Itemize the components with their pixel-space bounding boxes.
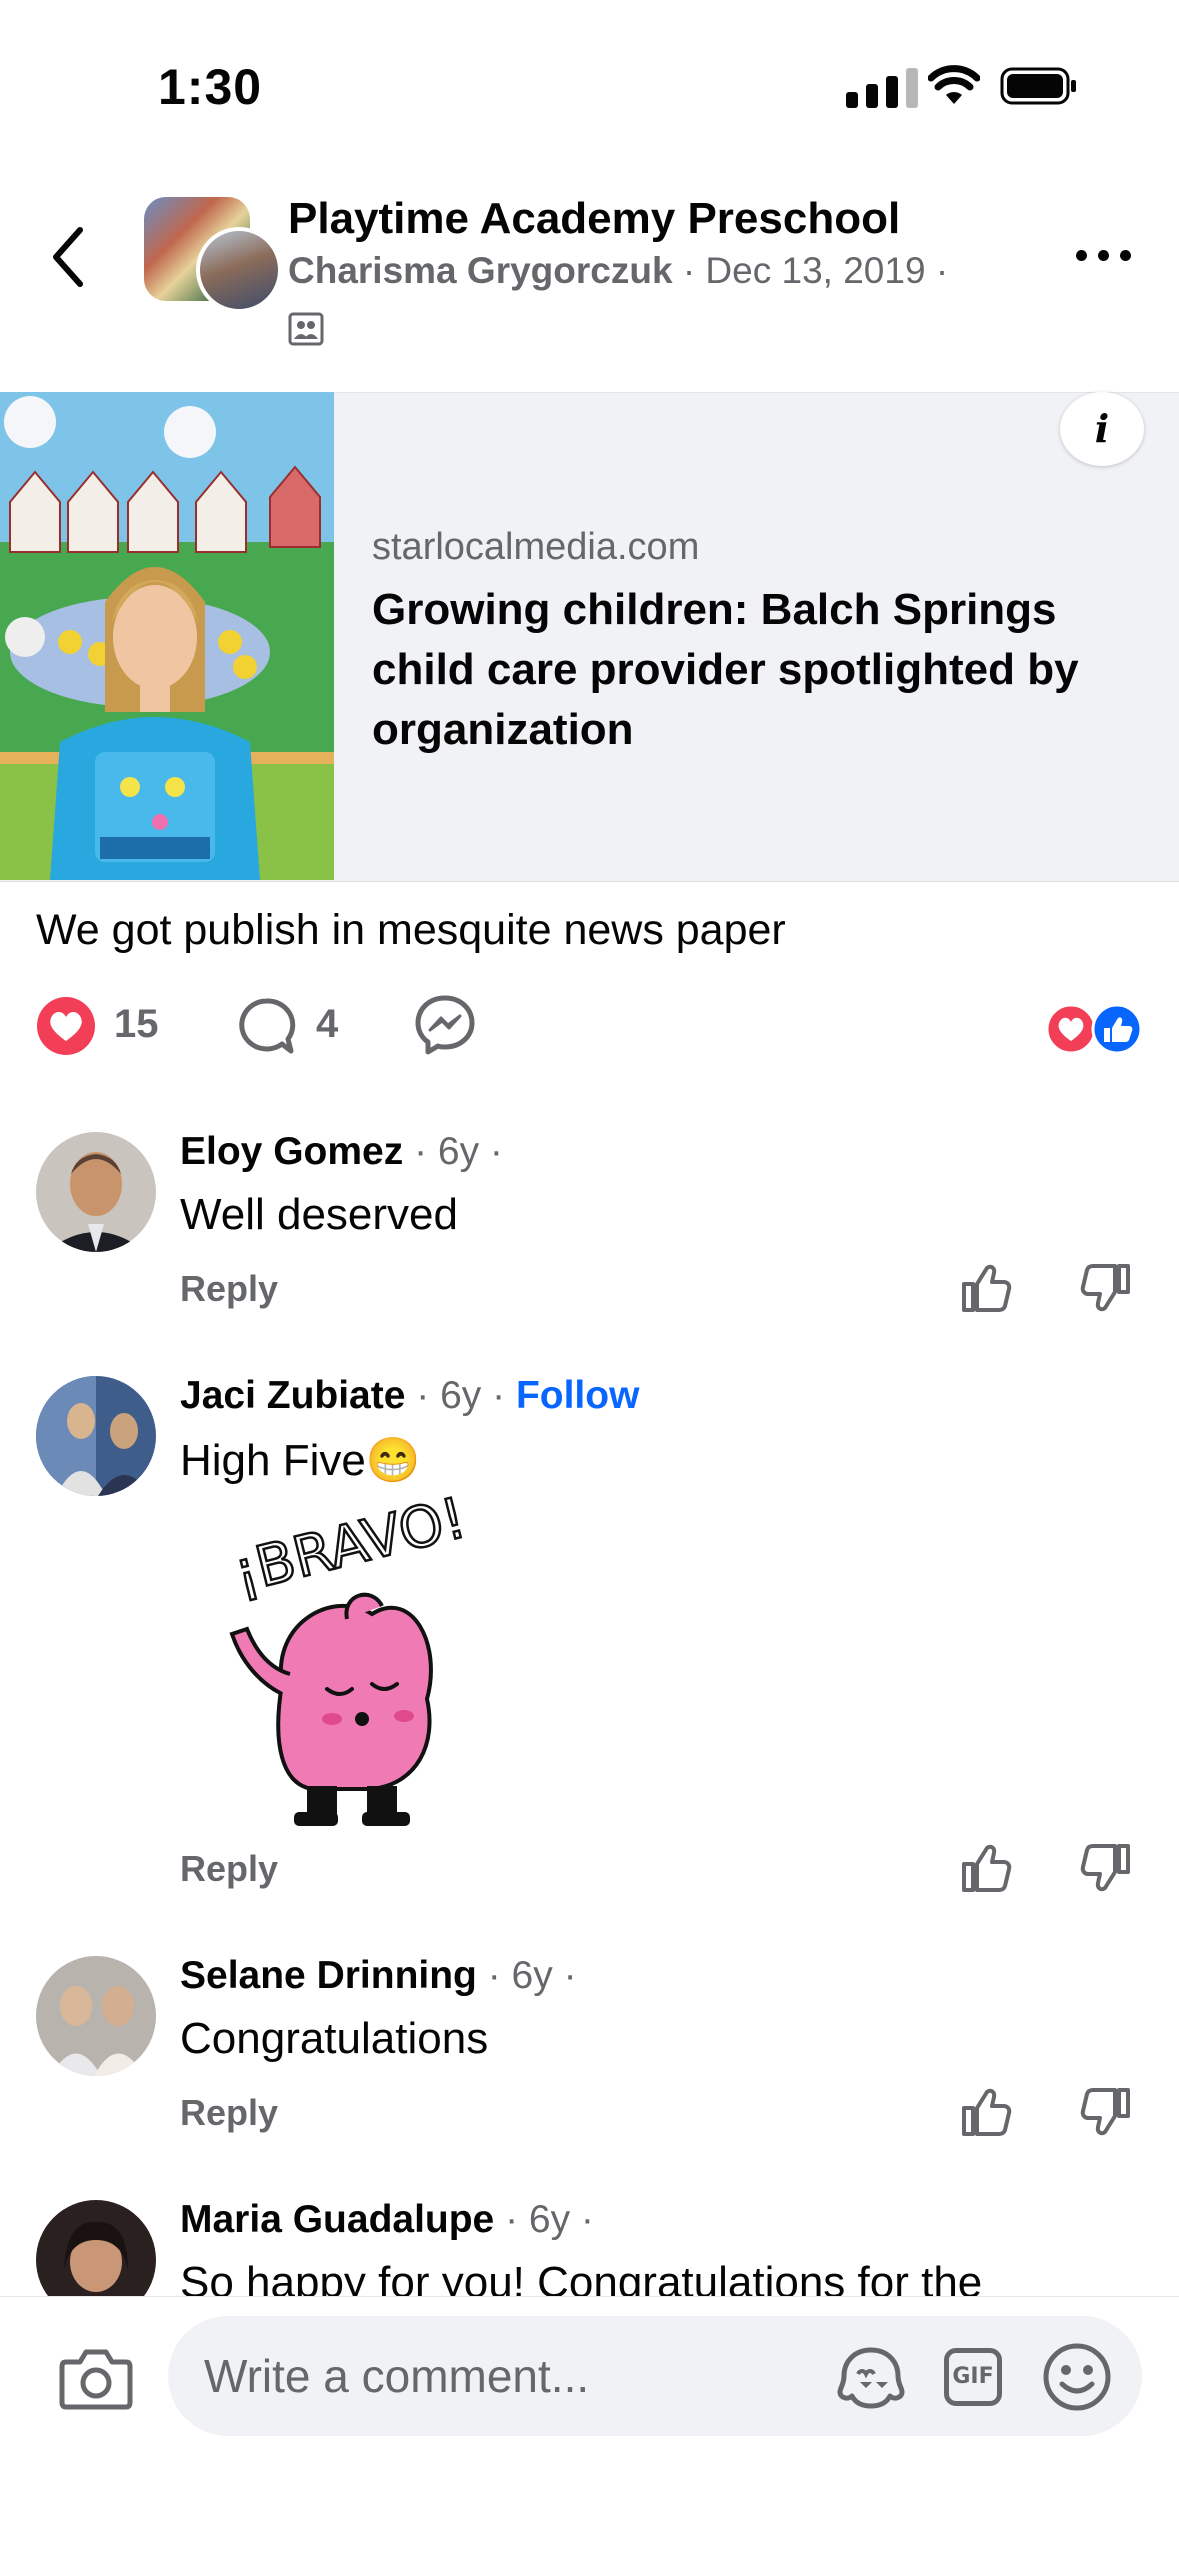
more-options-icon[interactable] bbox=[1076, 240, 1136, 270]
commenter-avatar[interactable] bbox=[36, 1956, 156, 2076]
wifi-icon bbox=[928, 65, 980, 104]
commenter-name[interactable]: Eloy Gomez bbox=[180, 1130, 403, 1173]
author-profile-photo bbox=[196, 227, 282, 313]
comment-text: Congratulations bbox=[180, 2014, 489, 2063]
page-title[interactable]: Playtime Academy Preschool bbox=[288, 194, 900, 244]
comment-time: · 6y · bbox=[403, 1130, 503, 1173]
commenter-name-row: Eloy Gomez · 6y · bbox=[180, 1130, 503, 1174]
reaction-count[interactable]: 15 bbox=[114, 1002, 159, 1047]
link-headline[interactable]: Growing children: Balch Springs child ca… bbox=[372, 580, 1152, 760]
battery-icon bbox=[1000, 67, 1076, 105]
commenter-name[interactable]: Maria Guadalupe bbox=[180, 2198, 494, 2241]
commenter-name-row: Jaci Zubiate · 6y · Follow bbox=[180, 1374, 639, 1418]
link-preview-image[interactable] bbox=[0, 392, 334, 880]
group-audience-icon bbox=[288, 312, 324, 346]
gif-label: GIF bbox=[944, 2348, 1002, 2406]
meta-separator: · bbox=[682, 250, 696, 291]
author-name[interactable]: Charisma Grygorczuk bbox=[288, 250, 673, 291]
cellular-signal-icon bbox=[846, 66, 926, 108]
back-arrow-icon[interactable] bbox=[48, 222, 88, 292]
comment-time: · 6y · bbox=[476, 1954, 577, 1997]
comment-icon[interactable] bbox=[236, 996, 296, 1056]
commenter-name-row: Selane Drinning · 6y · bbox=[180, 1954, 577, 1998]
camera-icon[interactable] bbox=[58, 2346, 134, 2412]
bravo-sticker[interactable]: ¡BRAVO! bbox=[222, 1494, 484, 1830]
comment-time: · 6y · bbox=[494, 2198, 594, 2241]
gif-icon[interactable]: GIF bbox=[940, 2344, 1008, 2410]
link-domain: starlocalmedia.com bbox=[372, 526, 700, 568]
status-time: 1:30 bbox=[158, 59, 263, 115]
commenter-avatar[interactable] bbox=[36, 1132, 156, 1252]
commenter-name-row: Maria Guadalupe · 6y · bbox=[180, 2198, 594, 2242]
comment-time: · 6y · bbox=[405, 1374, 516, 1417]
reaction-summary-icons[interactable] bbox=[1044, 1002, 1144, 1056]
comment-count[interactable]: 4 bbox=[316, 1002, 338, 1047]
comment-text: High Five😁 bbox=[180, 1436, 421, 1485]
link-info-button[interactable]: i bbox=[1060, 392, 1144, 466]
commenter-name[interactable]: Selane Drinning bbox=[180, 1954, 477, 1997]
thumbs-up-icon[interactable] bbox=[960, 1842, 1012, 1894]
thumbs-down-icon[interactable] bbox=[1080, 1842, 1132, 1894]
post-date[interactable]: Dec 13, 2019 bbox=[705, 250, 925, 291]
reply-button[interactable]: Reply bbox=[180, 1848, 278, 1890]
post-caption: We got publish in mesquite news paper bbox=[36, 906, 786, 954]
love-reaction-icon[interactable] bbox=[36, 996, 96, 1056]
commenter-avatar[interactable] bbox=[36, 1376, 156, 1496]
meta-separator: · bbox=[935, 250, 949, 291]
thumbs-up-icon[interactable] bbox=[960, 1262, 1012, 1314]
page-avatar[interactable] bbox=[140, 195, 282, 313]
avatar-sticker-icon[interactable] bbox=[836, 2344, 906, 2410]
comment-text: Well deserved bbox=[180, 1190, 458, 1239]
thumbs-up-icon[interactable] bbox=[960, 2086, 1012, 2138]
emoji-icon[interactable] bbox=[1042, 2342, 1112, 2412]
thumbs-down-icon[interactable] bbox=[1080, 2086, 1132, 2138]
thumbs-down-icon[interactable] bbox=[1080, 1262, 1132, 1314]
messenger-share-icon[interactable] bbox=[414, 994, 476, 1056]
reply-button[interactable]: Reply bbox=[180, 1268, 278, 1310]
post-meta: Charisma Grygorczuk · Dec 13, 2019 · bbox=[288, 250, 948, 292]
teacher-photo-illustration bbox=[0, 392, 334, 880]
follow-button[interactable]: Follow bbox=[516, 1374, 639, 1417]
commenter-name[interactable]: Jaci Zubiate bbox=[180, 1374, 405, 1417]
reply-button[interactable]: Reply bbox=[180, 2092, 278, 2134]
sticker-text: ¡BRAVO! bbox=[228, 1494, 473, 1606]
